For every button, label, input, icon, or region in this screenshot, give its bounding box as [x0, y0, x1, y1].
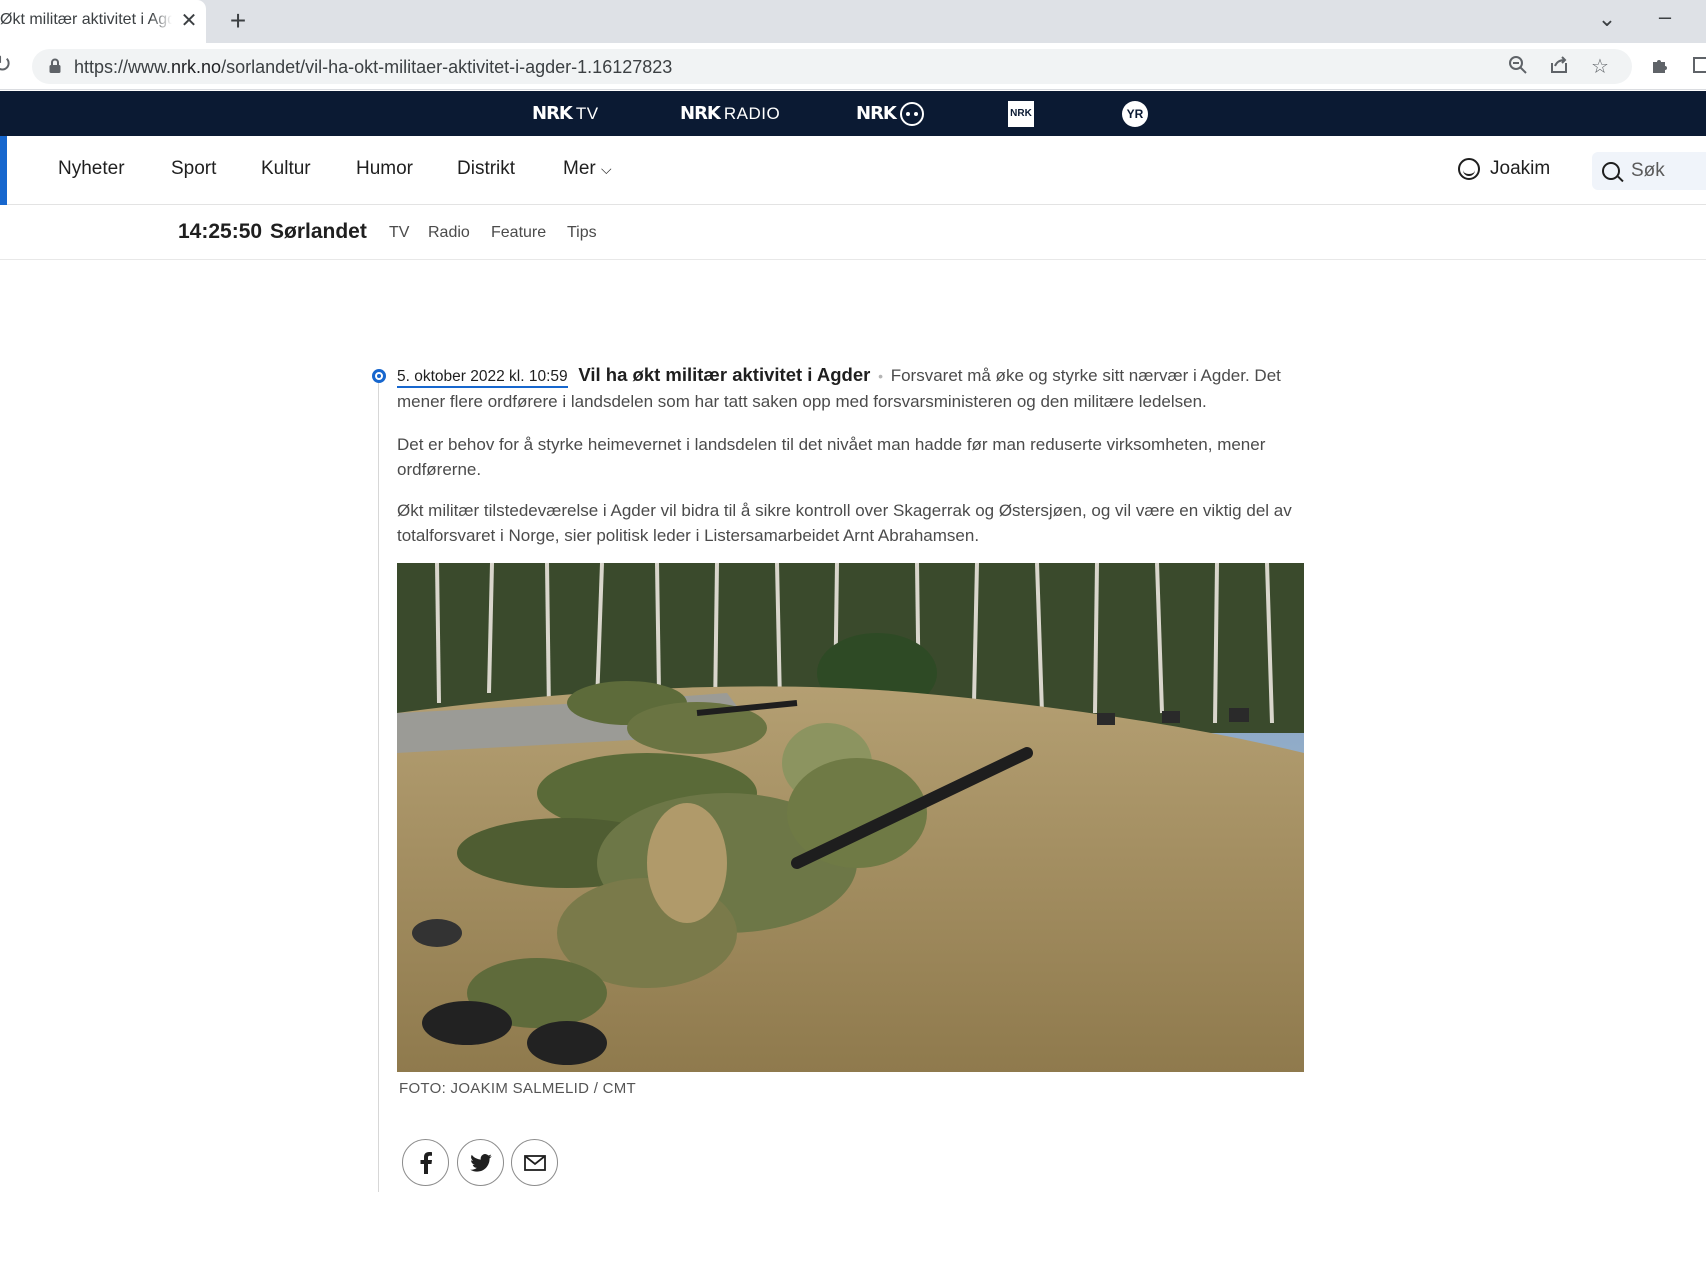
- article-paragraph: Det er behov for å styrke heimevernet i …: [397, 435, 1266, 479]
- window-minimize-button[interactable]: –: [1650, 4, 1680, 34]
- article-lead: 5. oktober 2022 kl. 10:59 Vil ha økt mil…: [397, 362, 1307, 414]
- user-profile-button[interactable]: Joakim: [1458, 158, 1550, 180]
- twitter-icon: [469, 1153, 492, 1172]
- email-share-button[interactable]: [511, 1139, 558, 1186]
- nav-item-distrikt[interactable]: Distrikt: [457, 158, 515, 180]
- chevron-down-icon: ⌵: [601, 161, 612, 177]
- address-bar[interactable]: https://www.nrk.no/sorlandet/vil-ha-okt-…: [32, 49, 1632, 84]
- photo-caption: FOTO: JOAKIM SALMELID / CMT: [399, 1080, 637, 1097]
- search-icon: [1602, 162, 1620, 180]
- facebook-share-button[interactable]: [402, 1139, 449, 1186]
- nav-item-kultur[interactable]: Kultur: [261, 158, 311, 180]
- nrk-super-link[interactable]: NRK: [856, 91, 924, 136]
- nrk-tv-link[interactable]: NRK TV: [532, 91, 599, 136]
- nrk-logo: NRK: [680, 103, 721, 124]
- nrk-radio-label: RADIO: [723, 103, 781, 123]
- user-name: Joakim: [1490, 158, 1551, 179]
- zoom-icon[interactable]: [1506, 55, 1530, 79]
- reload-icon[interactable]: ↻: [0, 52, 18, 78]
- search-button[interactable]: Søk: [1592, 152, 1706, 190]
- new-tab-button[interactable]: +: [224, 7, 252, 35]
- yr-logo: YR: [1122, 100, 1148, 127]
- subnav-link-feature[interactable]: Feature: [491, 224, 546, 242]
- extensions-icon[interactable]: [1648, 55, 1672, 79]
- nrk-logo: NRK: [856, 103, 897, 124]
- nav-item-mer-label: Mer: [563, 158, 596, 179]
- subnav-link-tv[interactable]: TV: [389, 224, 409, 242]
- side-panel-icon[interactable]: [1690, 55, 1706, 79]
- tab-search-chevron-icon[interactable]: ⌄: [1593, 6, 1621, 34]
- article-headline: Vil ha økt militær aktivitet i Agder: [578, 364, 871, 385]
- region-title[interactable]: Sørlandet: [270, 220, 367, 244]
- nrk-super-face-icon: [899, 101, 924, 126]
- region-subnav: 14:25:50 Sørlandet TV Radio Feature Tips: [0, 206, 1706, 260]
- browser-tabstrip: Økt militær aktivitet i Agder ✕ + ⌄ –: [0, 0, 1706, 43]
- lock-icon[interactable]: [48, 58, 62, 74]
- subnav-link-tips[interactable]: Tips: [567, 224, 597, 242]
- nrk-p3-link[interactable]: NRK P3: [1008, 91, 1034, 145]
- subnav-link-radio[interactable]: Radio: [428, 224, 470, 242]
- email-icon: [523, 1154, 546, 1171]
- photo-soldiers-illustration: [397, 563, 1304, 1072]
- nrk-p3-logo: NRK P3: [1008, 100, 1034, 145]
- article-date[interactable]: 5. oktober 2022 kl. 10:59: [397, 368, 568, 388]
- share-icon[interactable]: [1547, 55, 1571, 79]
- separator-dot: •: [878, 368, 883, 384]
- user-smiley-icon: [1458, 158, 1480, 180]
- tab-close-icon[interactable]: ✕: [178, 10, 200, 32]
- nav-item-mer[interactable]: Mer ⌵: [563, 158, 612, 180]
- nav-accent-bar: [0, 136, 7, 205]
- article-paragraph: Økt militær tilstedeværelse i Agder vil …: [397, 501, 1292, 545]
- live-clock: 14:25:50: [178, 220, 263, 243]
- article-photo: [397, 563, 1304, 1072]
- twitter-share-button[interactable]: [457, 1139, 504, 1186]
- tab-title: Økt militær aktivitet i Agder: [0, 11, 172, 28]
- nrk-logo: NRK: [532, 103, 573, 124]
- facebook-icon: [420, 1151, 432, 1174]
- bookmark-star-icon[interactable]: ☆: [1588, 55, 1612, 79]
- nrk-tv-label: TV: [575, 103, 599, 123]
- yr-link[interactable]: YR: [1122, 91, 1148, 136]
- timeline-line: [378, 382, 379, 1192]
- url-text[interactable]: https://www.nrk.no/sorlandet/vil-ha-okt-…: [74, 57, 672, 78]
- nav-item-sport[interactable]: Sport: [171, 158, 216, 180]
- nav-item-humor[interactable]: Humor: [356, 158, 413, 180]
- nav-item-nyheter[interactable]: Nyheter: [58, 158, 125, 180]
- timeline-dot: [372, 369, 386, 383]
- browser-tab[interactable]: Økt militær aktivitet i Agder ✕: [0, 0, 206, 43]
- nrk-radio-link[interactable]: NRK RADIO: [680, 91, 780, 136]
- browser-toolbar: ↻ https://www.nrk.no/sorlandet/vil-ha-ok…: [0, 43, 1706, 90]
- search-label: Søk: [1631, 160, 1665, 181]
- nrk-services-bar: NRK TV NRK RADIO NRK NRK P3 YR: [0, 91, 1706, 145]
- main-navigation: Nyheter Sport Kultur Humor Distrikt Mer …: [0, 136, 1706, 205]
